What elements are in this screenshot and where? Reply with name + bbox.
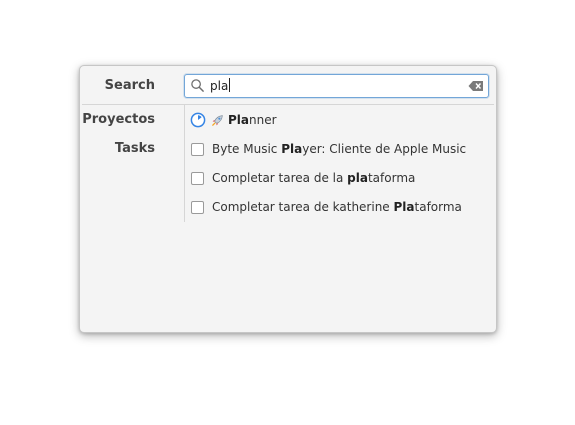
- section-label-projects: Proyectos: [82, 112, 155, 127]
- task-result-item[interactable]: Completar tarea de katherine Plataforma: [188, 196, 488, 218]
- task-result-item[interactable]: Completar tarea de la plataforma: [188, 167, 488, 189]
- search-icon: [191, 79, 204, 92]
- task-checkbox[interactable]: [191, 142, 204, 156]
- search-label: Search: [104, 78, 155, 93]
- search-input[interactable]: pla: [184, 74, 489, 98]
- project-result-item[interactable]: Planner: [188, 109, 488, 131]
- project-progress-icon: [190, 112, 206, 128]
- text-caret: [229, 78, 231, 92]
- project-result-label: Planner: [228, 113, 277, 127]
- quick-find-dialog: Search pla Proyectos Tasks Planner Byte …: [79, 65, 497, 333]
- search-input-value[interactable]: pla: [210, 78, 231, 94]
- task-checkbox[interactable]: [191, 200, 204, 214]
- task-checkbox[interactable]: [191, 171, 204, 185]
- rocket-icon: [212, 114, 223, 126]
- section-label-tasks: Tasks: [114, 141, 155, 156]
- task-result-label: Byte Music Player: Cliente de Apple Musi…: [212, 142, 467, 156]
- clear-search-icon[interactable]: [468, 80, 484, 92]
- header-divider: [82, 104, 494, 105]
- task-result-item[interactable]: Byte Music Player: Cliente de Apple Musi…: [188, 138, 488, 160]
- column-divider: [184, 105, 185, 222]
- task-result-label: Completar tarea de katherine Plataforma: [212, 200, 462, 214]
- task-result-label: Completar tarea de la plataforma: [212, 171, 416, 185]
